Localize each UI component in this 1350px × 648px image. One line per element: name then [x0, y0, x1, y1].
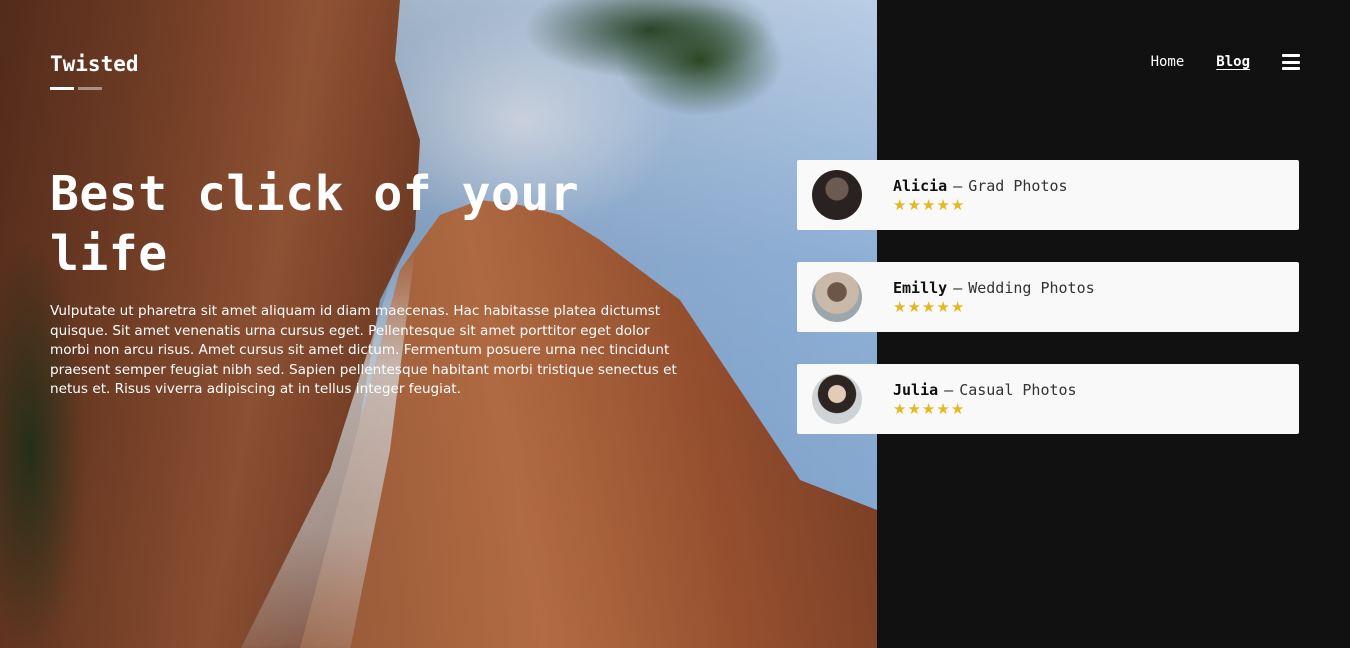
testimonial-name: Emilly: [893, 279, 948, 297]
star-icon: ★: [936, 196, 950, 214]
avatar: [812, 170, 862, 220]
testimonial-text: Julia — Casual Photos ★ ★ ★ ★ ★: [893, 381, 1077, 417]
star-icon: ★: [921, 298, 936, 316]
star-icon: ★: [936, 400, 950, 418]
star-icon: ★: [921, 400, 936, 418]
avatar: [812, 272, 862, 322]
menu-icon-line: [1282, 67, 1300, 70]
nav-link-home[interactable]: Home: [1151, 54, 1185, 70]
testimonial-separator: —: [953, 279, 963, 297]
star-icon: ★: [950, 298, 965, 316]
testimonial-tag: Casual Photos: [959, 381, 1077, 399]
testimonial-card-emilly[interactable]: Emilly — Wedding Photos ★ ★ ★ ★ ★: [797, 262, 1299, 332]
menu-icon-line: [1282, 60, 1300, 64]
star-icon: ★: [950, 400, 965, 418]
testimonial-heading: Emilly — Wedding Photos: [893, 279, 1095, 297]
star-icon: ★: [936, 298, 950, 316]
main-nav: Home Blog: [1151, 54, 1300, 70]
logo-bar-primary: [50, 87, 74, 90]
star-icon: ★: [907, 196, 921, 214]
avatar: [812, 374, 862, 424]
star-icon: ★: [907, 400, 921, 418]
testimonial-text: Alicia — Grad Photos ★ ★ ★ ★ ★: [893, 177, 1068, 213]
hero-title: Best click of your life: [50, 166, 580, 282]
testimonial-separator: —: [944, 381, 954, 399]
testimonial-tag: Wedding Photos: [968, 279, 1095, 297]
nav-link-blog[interactable]: Blog: [1216, 54, 1250, 70]
star-rating: ★ ★ ★ ★ ★: [893, 402, 1077, 417]
site-logo[interactable]: Twisted: [50, 52, 139, 76]
testimonial-heading: Alicia — Grad Photos: [893, 177, 1068, 195]
testimonial-heading: Julia — Casual Photos: [893, 381, 1077, 399]
star-rating: ★ ★ ★ ★ ★: [893, 300, 1095, 315]
star-icon: ★: [893, 400, 907, 418]
star-icon: ★: [950, 196, 965, 214]
star-icon: ★: [893, 298, 907, 316]
testimonial-name: Alicia: [893, 177, 948, 195]
menu-icon-line: [1282, 54, 1300, 57]
testimonial-text: Emilly — Wedding Photos ★ ★ ★ ★ ★: [893, 279, 1095, 315]
hamburger-menu-icon[interactable]: [1282, 54, 1300, 70]
logo-underline: [50, 87, 102, 90]
testimonial-card-alicia[interactable]: Alicia — Grad Photos ★ ★ ★ ★ ★: [797, 160, 1299, 230]
star-icon: ★: [921, 196, 936, 214]
logo-bar-secondary: [78, 87, 102, 90]
hero-description: Vulputate ut pharetra sit amet aliquam i…: [50, 303, 677, 397]
testimonial-card-julia[interactable]: Julia — Casual Photos ★ ★ ★ ★ ★: [797, 364, 1299, 434]
star-icon: ★: [893, 196, 907, 214]
testimonial-separator: —: [953, 177, 963, 195]
star-icon: ★: [907, 298, 921, 316]
testimonial-tag: Grad Photos: [968, 177, 1068, 195]
star-rating: ★ ★ ★ ★ ★: [893, 198, 1068, 213]
testimonial-name: Julia: [893, 381, 939, 399]
